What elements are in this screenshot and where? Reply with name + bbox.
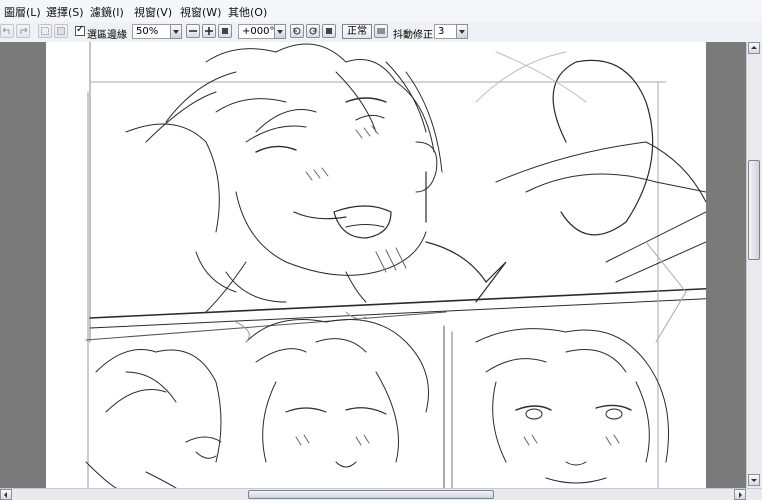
- rotate-right-icon[interactable]: [306, 24, 320, 38]
- menu-view[interactable]: 視窗(V): [134, 4, 172, 20]
- scroll-right-icon[interactable]: [734, 489, 746, 500]
- flip-canvas-icon[interactable]: [374, 24, 388, 38]
- selection-edge-label: 選區邊緣: [87, 30, 127, 41]
- rotate-left-icon[interactable]: [290, 24, 304, 38]
- zoom-reset-icon[interactable]: [218, 24, 232, 38]
- menu-bar: 圖層(L) 選擇(S) 濾鏡(I) 視窗(V) 視窗(W) 其他(O): [0, 0, 762, 23]
- sketch-artwork: [85, 42, 706, 488]
- zoom-in-icon[interactable]: [202, 24, 216, 38]
- vertical-scrollbar[interactable]: [746, 42, 762, 488]
- canvas-workspace[interactable]: [0, 42, 746, 488]
- stabilizer-dropdown-icon[interactable]: [456, 24, 468, 39]
- rotation-dropdown-icon[interactable]: [274, 24, 286, 39]
- selection-edge-checkbox[interactable]: [75, 24, 85, 36]
- blend-mode-button[interactable]: 正常: [342, 24, 372, 39]
- scroll-up-icon[interactable]: [748, 42, 760, 54]
- horizontal-scroll-thumb[interactable]: [248, 490, 494, 499]
- zoom-out-icon[interactable]: [186, 24, 200, 38]
- select-all-icon[interactable]: [38, 24, 52, 38]
- scroll-left-icon[interactable]: [0, 489, 12, 500]
- drawing-canvas[interactable]: [46, 42, 706, 488]
- vertical-scroll-thumb[interactable]: [748, 160, 760, 260]
- tool-options-bar: 選區邊緣 50% +000° 正常 抖動修正 3: [0, 22, 762, 43]
- scroll-down-icon[interactable]: [748, 474, 760, 486]
- undo-icon[interactable]: [0, 24, 14, 38]
- zoom-dropdown-icon[interactable]: [170, 24, 182, 39]
- stabilizer-label: 抖動修正: [393, 30, 433, 41]
- menu-filter[interactable]: 濾鏡(I): [90, 4, 124, 20]
- menu-other[interactable]: 其他(O): [228, 4, 267, 20]
- deselect-icon[interactable]: [54, 24, 68, 38]
- menu-layer[interactable]: 圖層(L): [4, 4, 41, 20]
- rotation-reset-icon[interactable]: [322, 24, 336, 38]
- menu-window[interactable]: 視窗(W): [180, 4, 221, 20]
- redo-icon[interactable]: [16, 24, 30, 38]
- horizontal-scrollbar[interactable]: [0, 488, 762, 500]
- menu-select[interactable]: 選擇(S): [46, 4, 84, 20]
